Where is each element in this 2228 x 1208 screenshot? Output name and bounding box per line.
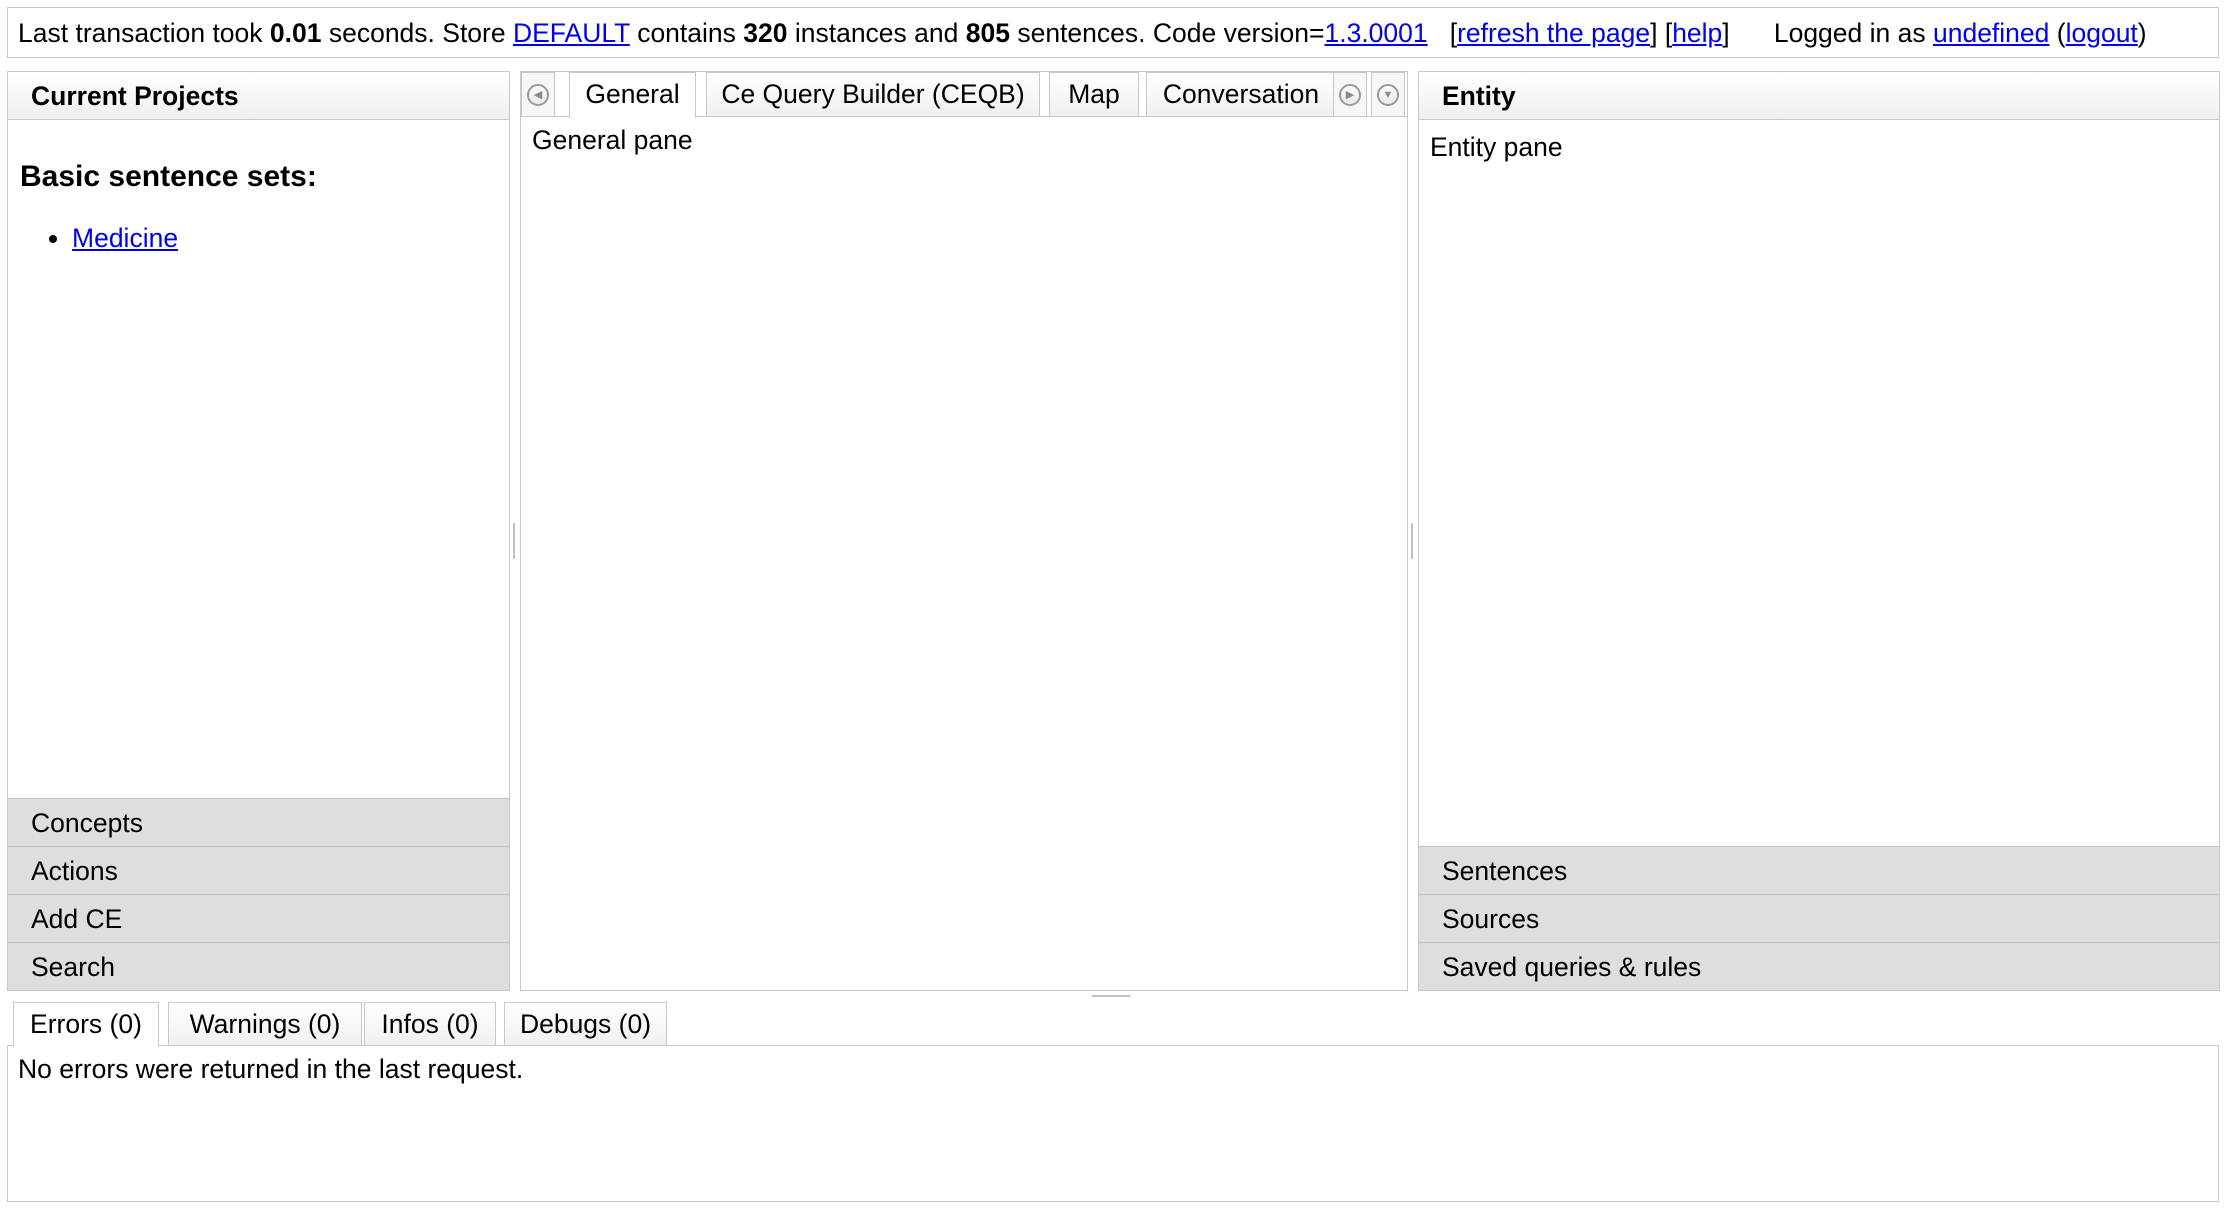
general-pane-text: General pane <box>532 125 693 155</box>
log-tab-strip: Errors (0) Warnings (0) Infos (0) Debugs… <box>7 1002 2219 1047</box>
accordion-search[interactable]: Search <box>8 942 509 990</box>
accordion-saved-queries-rules[interactable]: Saved queries & rules <box>1419 942 2219 990</box>
tab-errors[interactable]: Errors (0) <box>13 1002 159 1047</box>
left-splitter-handle[interactable] <box>513 523 515 559</box>
status-bar: Last transaction took 0.01 seconds. Stor… <box>7 7 2219 58</box>
tab-debugs[interactable]: Debugs (0) <box>504 1002 667 1046</box>
accordion-add-ce[interactable]: Add CE <box>8 894 509 942</box>
errors-message: No errors were returned in the last requ… <box>18 1054 524 1084</box>
accordion-sentences[interactable]: Sentences <box>1419 846 2219 894</box>
status-text-1: Last transaction took <box>18 18 270 48</box>
tab-list-menu-button[interactable]: ▼ <box>1371 72 1405 116</box>
user-link[interactable]: undefined <box>1933 18 2049 48</box>
entity-pane-body: Entity pane <box>1419 120 2219 175</box>
tab-scroll-right-button[interactable]: ▶ <box>1333 72 1367 116</box>
projects-list: Medicine <box>20 220 497 256</box>
entity-pane: Entity Entity pane Sentences Sources Sav… <box>1418 71 2220 991</box>
chevron-left-icon: ◀ <box>527 83 549 106</box>
main-tab-pane: ◀ General Ce Query Builder (CEQB) Map Co… <box>520 71 1408 991</box>
bottom-splitter-handle[interactable] <box>1092 995 1130 997</box>
help-link[interactable]: help <box>1672 18 1722 48</box>
transaction-seconds: 0.01 <box>269 18 322 48</box>
chevron-right-icon: ▶ <box>1339 83 1361 106</box>
project-link-medicine[interactable]: Medicine <box>72 223 178 253</box>
tab-infos[interactable]: Infos (0) <box>364 1002 496 1046</box>
tab-conversation[interactable]: Conversation <box>1146 72 1336 116</box>
status-text-2: seconds. Store <box>321 18 513 48</box>
list-item: Medicine <box>72 220 497 256</box>
logged-in-label: Logged in as <box>1773 18 1933 48</box>
current-projects-body: Basic sentence sets: Medicine <box>8 120 509 798</box>
logout-link[interactable]: logout <box>2066 18 2138 48</box>
current-projects-header[interactable]: Current Projects <box>8 72 509 120</box>
general-pane-body: General pane <box>521 117 1407 990</box>
errors-pane-body: No errors were returned in the last requ… <box>7 1045 2219 1202</box>
basic-sentence-sets-heading: Basic sentence sets: <box>20 160 317 193</box>
tab-map[interactable]: Map <box>1049 72 1139 116</box>
sentence-count: 805 <box>965 18 1010 48</box>
tab-scroll-left-button[interactable]: ◀ <box>521 72 555 116</box>
entity-header[interactable]: Entity <box>1419 72 2219 120</box>
status-text-5: sentences. Code version= <box>1009 18 1325 48</box>
instance-count: 320 <box>743 18 788 48</box>
code-version-link[interactable]: 1.3.0001 <box>1324 18 1427 48</box>
chevron-down-icon: ▼ <box>1377 83 1399 106</box>
refresh-link[interactable]: refresh the page <box>1457 18 1650 48</box>
accordion-actions[interactable]: Actions <box>8 846 509 894</box>
right-splitter-handle[interactable] <box>1411 523 1413 559</box>
accordion-concepts[interactable]: Concepts <box>8 798 509 846</box>
status-text-3: contains <box>629 18 744 48</box>
main-tab-strip: ◀ General Ce Query Builder (CEQB) Map Co… <box>521 72 1407 118</box>
tab-general[interactable]: General <box>569 72 696 118</box>
store-link[interactable]: DEFAULT <box>513 18 630 48</box>
tab-ceqb[interactable]: Ce Query Builder (CEQB) <box>706 72 1040 116</box>
status-text-4: instances and <box>787 18 966 48</box>
entity-pane-text: Entity pane <box>1430 132 1563 162</box>
tab-warnings[interactable]: Warnings (0) <box>168 1002 362 1046</box>
current-projects-pane: Current Projects Basic sentence sets: Me… <box>7 71 510 991</box>
accordion-sources[interactable]: Sources <box>1419 894 2219 942</box>
